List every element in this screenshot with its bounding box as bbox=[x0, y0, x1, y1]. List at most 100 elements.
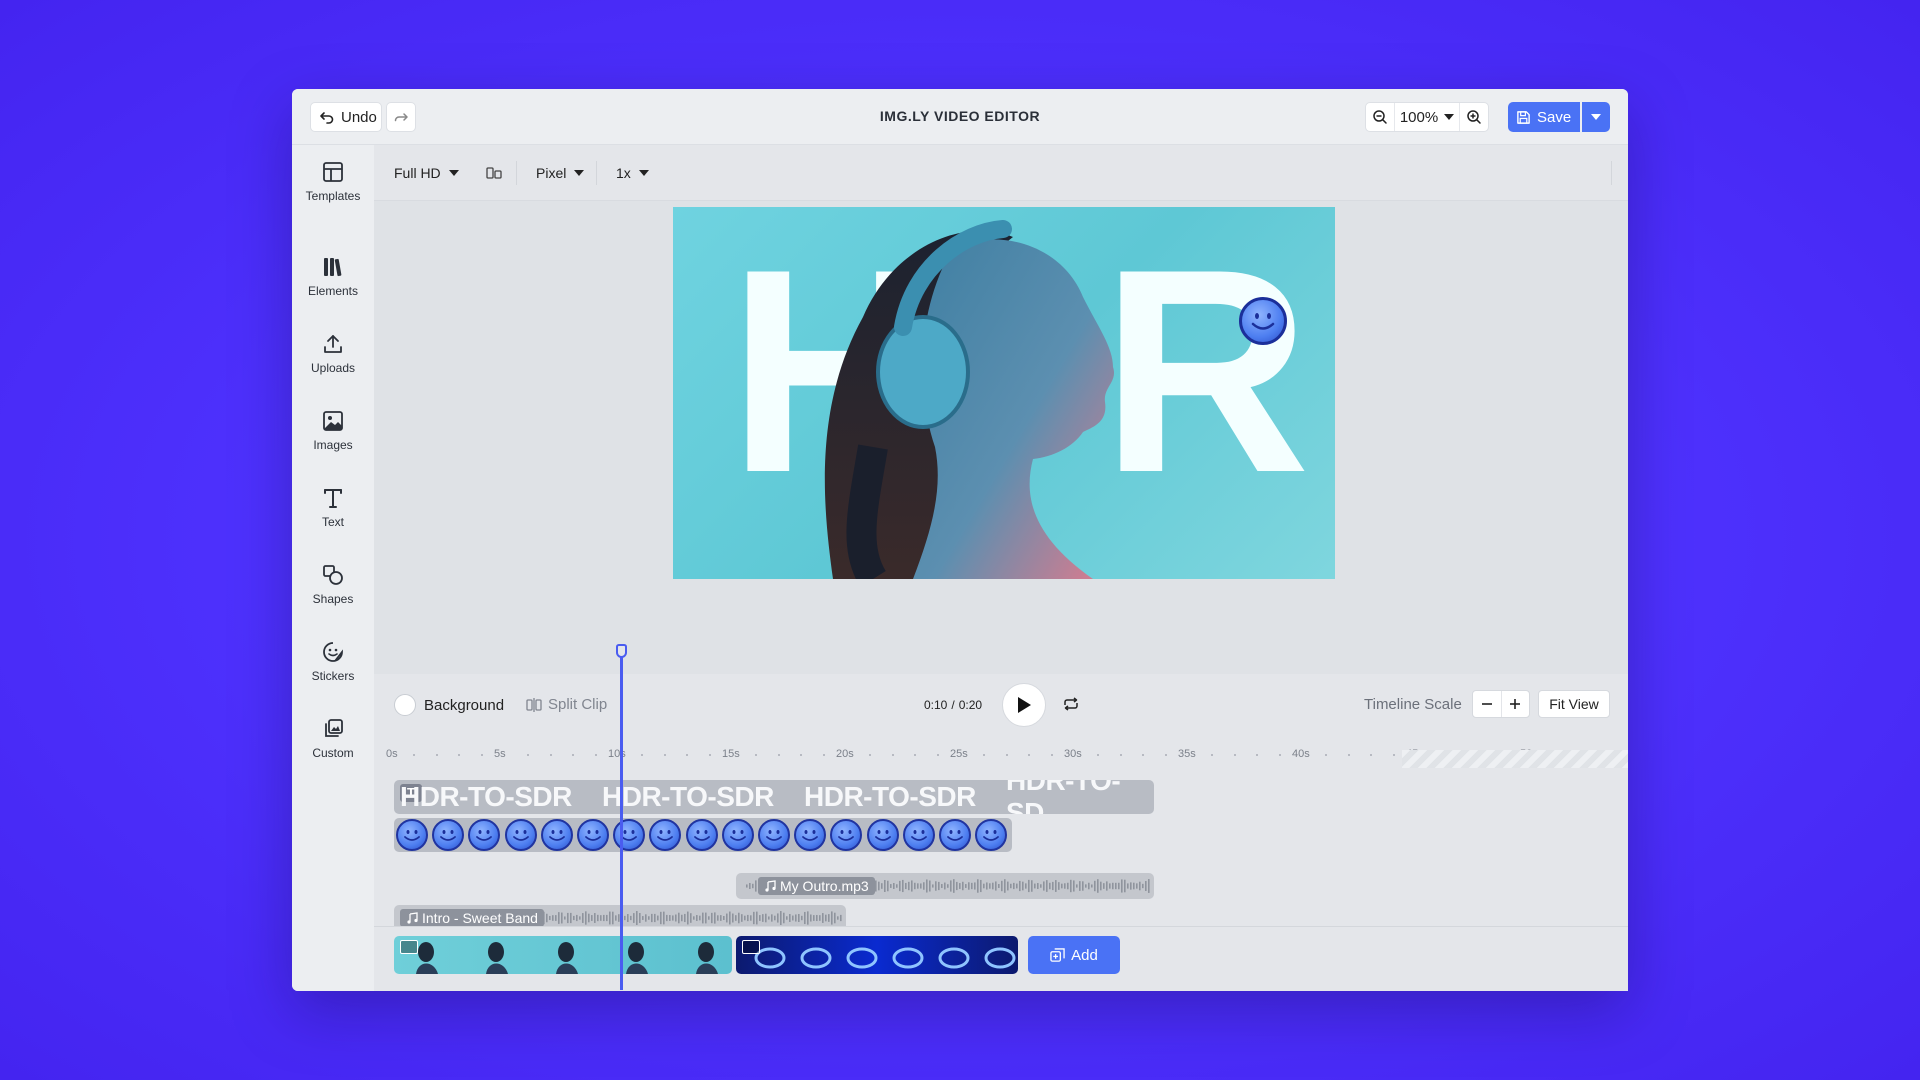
ruler-minor-tick bbox=[526, 754, 529, 756]
text-track-label: HDR-TO-SDR bbox=[602, 781, 774, 812]
scale-value: 1x bbox=[616, 165, 631, 181]
unit-value: Pixel bbox=[536, 165, 567, 181]
sticker-thumbnail bbox=[649, 819, 682, 851]
zoom-out-button[interactable] bbox=[1366, 103, 1394, 131]
background-toggle[interactable]: Background bbox=[394, 694, 504, 716]
sidebar-item-images[interactable]: Images bbox=[292, 410, 374, 470]
resolution-select[interactable]: Full HD bbox=[394, 145, 459, 201]
sidebar-item-label: Custom bbox=[312, 746, 354, 760]
sidebar-item-label: Elements bbox=[307, 284, 359, 298]
sidebar-item-uploads[interactable]: Uploads bbox=[292, 333, 374, 393]
audio-clip-outro[interactable]: My Outro.mp3 bbox=[736, 873, 1154, 899]
sidebar-item-custom[interactable]: Custom bbox=[292, 718, 374, 778]
add-clip-icon bbox=[1050, 947, 1065, 962]
elements-icon bbox=[324, 258, 342, 277]
save-button[interactable]: Save bbox=[1508, 102, 1580, 132]
background-label: Background bbox=[424, 696, 505, 714]
save-icon bbox=[1517, 110, 1530, 124]
ruler-minor-tick bbox=[1142, 754, 1145, 756]
ruler-minor-tick bbox=[1005, 754, 1008, 756]
zoom-in-button[interactable] bbox=[1460, 103, 1488, 131]
ruler-minor-tick bbox=[1028, 754, 1031, 756]
scale-select[interactable]: 1x bbox=[616, 145, 649, 201]
ruler-minor-tick bbox=[663, 754, 666, 756]
ruler-minor-tick bbox=[412, 754, 415, 756]
zoom-out-icon bbox=[1373, 110, 1387, 124]
ruler-minor-tick bbox=[1096, 754, 1099, 756]
ruler-tick-label: 30s bbox=[1064, 748, 1082, 760]
orientation-icon bbox=[486, 167, 502, 179]
sticker-thumbnail bbox=[721, 819, 754, 851]
fit-view-button[interactable]: Fit View bbox=[1538, 690, 1610, 718]
ruler-minor-tick bbox=[1233, 754, 1236, 756]
timeline-scale-label: Timeline Scale bbox=[1364, 696, 1462, 713]
video-canvas[interactable]: H R bbox=[673, 207, 1335, 579]
video-thumbnails bbox=[754, 947, 1016, 969]
sticker-thumbnail bbox=[540, 819, 573, 851]
playhead[interactable] bbox=[616, 644, 627, 990]
orientation-toggle[interactable] bbox=[486, 145, 502, 201]
templates-icon bbox=[323, 162, 343, 182]
sidebar-item-label: Templates bbox=[305, 189, 361, 203]
timeline-zoom-in-button[interactable] bbox=[1502, 691, 1530, 717]
add-clip-label: Add bbox=[1071, 946, 1098, 964]
ruler-minor-tick bbox=[1324, 754, 1327, 756]
portrait-image bbox=[824, 220, 1115, 579]
add-clip-button[interactable]: Add bbox=[1028, 936, 1120, 974]
chevron-down-icon bbox=[574, 170, 585, 176]
audio-clip-label: My Outro.mp3 bbox=[780, 878, 869, 894]
clips-bar: Add bbox=[374, 926, 1628, 991]
zoom-level-select[interactable]: 100% bbox=[1394, 103, 1460, 131]
toolbar-divider bbox=[1611, 161, 1612, 185]
sidebar-item-templates[interactable]: Templates bbox=[292, 161, 374, 221]
video-clip-2[interactable] bbox=[736, 936, 1018, 974]
chevron-down-icon bbox=[1444, 114, 1455, 120]
sidebar-item-text[interactable]: Text bbox=[292, 487, 374, 547]
music-note-icon bbox=[407, 912, 418, 924]
timeline-zoom-out-button[interactable] bbox=[1473, 691, 1502, 717]
ruler-minor-tick bbox=[1256, 754, 1259, 756]
playhead-handle[interactable] bbox=[616, 644, 627, 658]
save-options-button[interactable] bbox=[1582, 102, 1610, 132]
ruler-minor-tick bbox=[1165, 754, 1168, 756]
sticker-thumbnail bbox=[939, 819, 971, 851]
sticker-thumbnail bbox=[577, 819, 609, 851]
sticker-track-clip[interactable] bbox=[394, 818, 1012, 852]
ruler-minor-tick bbox=[640, 754, 643, 756]
ruler-tick-label: 5s bbox=[494, 748, 506, 760]
ruler-minor-tick bbox=[982, 754, 985, 756]
smiley-sticker[interactable] bbox=[1239, 297, 1287, 345]
custom-icon bbox=[325, 719, 343, 737]
text-track-label: HDR-TO-SDR bbox=[804, 781, 976, 812]
play-button[interactable] bbox=[1002, 683, 1046, 727]
ruler-tick-label: 15s bbox=[722, 748, 740, 760]
shapes-icon bbox=[323, 565, 343, 585]
chevron-down-icon bbox=[448, 170, 459, 176]
ruler-minor-tick bbox=[914, 754, 917, 756]
split-clip-label: Split Clip bbox=[548, 696, 608, 713]
ruler-minor-tick bbox=[572, 754, 575, 756]
time-total: 0:20 bbox=[958, 698, 983, 712]
sticker-thumbnail bbox=[902, 819, 935, 851]
sidebar-item-elements[interactable]: Elements bbox=[292, 256, 374, 316]
ruler-tick-label: 40s bbox=[1292, 748, 1310, 760]
time-separator: / bbox=[951, 698, 955, 712]
sidebar-item-stickers[interactable]: Stickers bbox=[292, 641, 374, 701]
video-clip-1[interactable] bbox=[394, 936, 732, 974]
text-track-clip[interactable]: T HDR-TO-SDR HDR-TO-SDR HDR-TO-SDR HDR-T… bbox=[394, 780, 1154, 814]
ruler-minor-tick bbox=[1279, 754, 1282, 756]
split-clip-button[interactable]: Split Clip bbox=[526, 696, 607, 713]
ruler-minor-tick bbox=[1119, 754, 1122, 756]
timeline: 0s5s10s15s20s25s30s35s40s45s50s T HDR-TO… bbox=[374, 736, 1628, 931]
image-icon bbox=[323, 411, 343, 431]
text-icon bbox=[324, 489, 342, 508]
ruler-minor-tick bbox=[1393, 754, 1396, 756]
sidebar-item-label: Images bbox=[313, 438, 353, 452]
loop-button[interactable] bbox=[1062, 696, 1080, 717]
sidebar-item-shapes[interactable]: Shapes bbox=[292, 564, 374, 624]
timeline-overflow-hatch bbox=[1402, 750, 1628, 768]
zoom-level-value: 100% bbox=[1399, 108, 1439, 126]
unit-select[interactable]: Pixel bbox=[536, 145, 585, 201]
sticker-thumbnail bbox=[866, 819, 899, 851]
toolbar-divider bbox=[596, 161, 597, 185]
